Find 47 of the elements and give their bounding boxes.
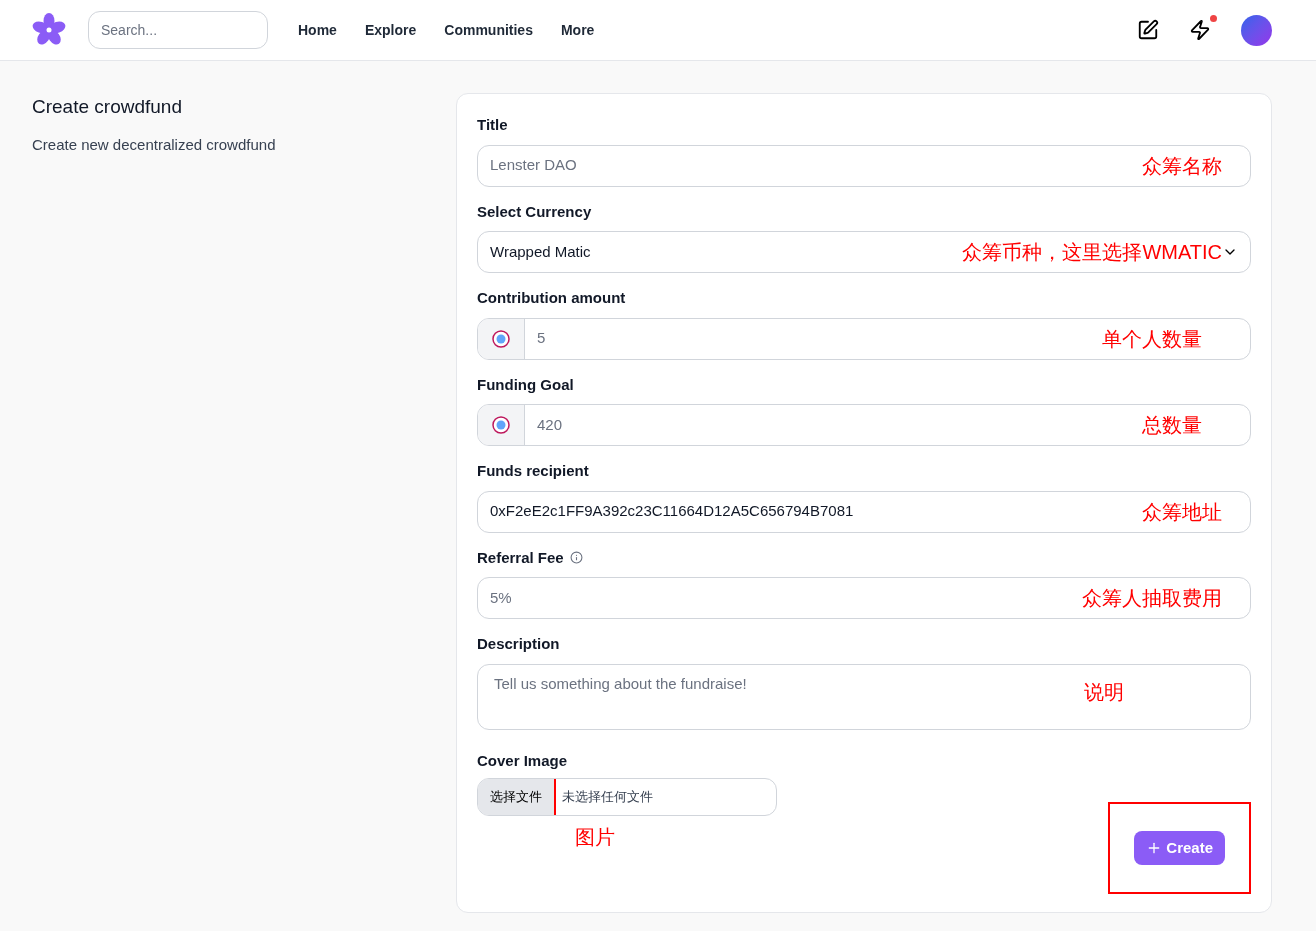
create-button[interactable]: Create bbox=[1134, 831, 1225, 865]
page-subtitle: Create new decentralized crowdfund bbox=[32, 134, 277, 155]
search-field[interactable]: Search... bbox=[88, 11, 268, 49]
annotation-text: 说明 bbox=[1084, 679, 1124, 705]
amount-field[interactable]: 420 总数量 bbox=[477, 404, 1251, 446]
text-field[interactable]: 0xF2eE2c1FF9A392c23C11664D12A5C656794B7081 众筹地址 bbox=[477, 490, 1251, 533]
file-input[interactable]: 选择文件 未选择任何文件 bbox=[477, 778, 777, 816]
page-title: Create crowdfund bbox=[32, 95, 183, 119]
field-label: Contribution amount bbox=[477, 288, 626, 308]
placeholder-text: 5 bbox=[537, 328, 546, 349]
info-icon[interactable] bbox=[569, 551, 583, 565]
field-label: Funding Goal bbox=[477, 374, 574, 395]
file-status-text: 未选择任何文件 bbox=[561, 788, 654, 807]
field-label: Select Currency bbox=[477, 201, 592, 222]
amount-field[interactable]: 5 单个人数量 bbox=[477, 317, 1251, 360]
placeholder-text: 5% bbox=[490, 587, 512, 608]
annotation-text: 众筹名称 bbox=[1142, 153, 1222, 179]
annotation-text: 众筹地址 bbox=[1142, 499, 1222, 525]
flower-logo-icon[interactable] bbox=[32, 13, 66, 47]
field-value: 0xF2eE2c1FF9A392c23C11664D12A5C656794B7081 bbox=[490, 501, 854, 522]
field-label: Description bbox=[477, 634, 560, 654]
token-icon bbox=[492, 329, 510, 348]
field-label: Funds recipient bbox=[477, 461, 589, 481]
field-label: Referral Fee bbox=[477, 547, 564, 568]
currency-select[interactable]: Wrapped Matic 众筹币种，这里选择WMATIC bbox=[477, 231, 1251, 273]
nav-link[interactable]: Explore bbox=[352, 19, 429, 41]
token-icon bbox=[492, 416, 510, 434]
placeholder-text: Lenster DAO bbox=[490, 155, 577, 176]
annotation-text: 总数量 bbox=[1142, 413, 1202, 438]
annotation-text: 众筹人抽取费用 bbox=[1082, 586, 1222, 611]
nav-link[interactable]: Home bbox=[286, 19, 349, 41]
annotation-text: 众筹币种，这里选择WMATIC bbox=[962, 240, 1222, 265]
placeholder-text: Tell us something about the fundraise! bbox=[494, 673, 747, 694]
compose-icon[interactable] bbox=[1137, 19, 1159, 41]
text-field[interactable]: Lenster DAO 众筹名称 bbox=[477, 144, 1251, 187]
annotation-text: 图片 bbox=[575, 825, 615, 850]
placeholder-text: 420 bbox=[537, 414, 563, 435]
nav-link[interactable]: Communities bbox=[432, 19, 545, 41]
annotation-text: 单个人数量 bbox=[1102, 326, 1202, 352]
field-label: Title bbox=[477, 115, 508, 135]
nav-link[interactable]: More bbox=[548, 19, 607, 41]
avatar[interactable] bbox=[1241, 14, 1272, 46]
choose-file-button[interactable]: 选择文件 bbox=[478, 779, 554, 815]
field-label: Cover Image bbox=[477, 750, 569, 771]
text-field[interactable]: 5% 众筹人抽取费用 bbox=[477, 577, 1251, 619]
lightning-icon[interactable] bbox=[1189, 19, 1211, 41]
description-field[interactable]: Tell us something about the fundraise! 说明 bbox=[477, 663, 1251, 730]
